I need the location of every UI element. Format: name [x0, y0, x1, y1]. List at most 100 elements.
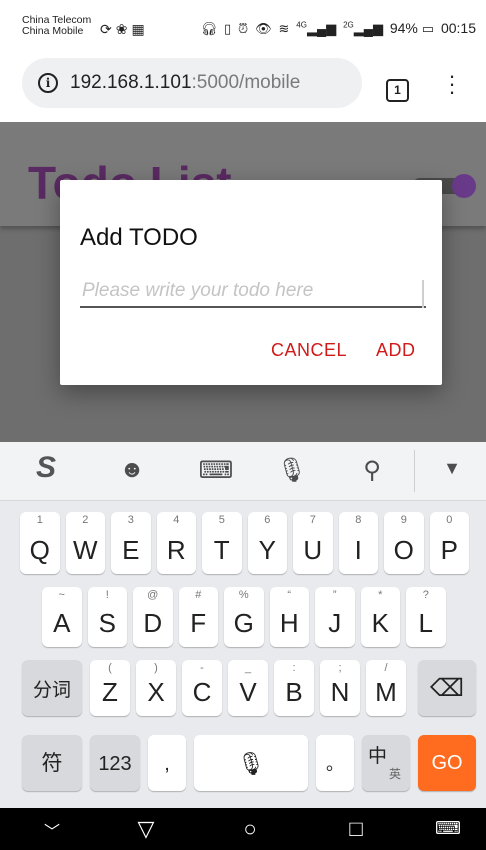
key-c[interactable]: -C [182, 660, 222, 716]
url-path: :5000/mobile [191, 72, 301, 93]
key-y[interactable]: 6Y [247, 512, 287, 574]
paw-icon: ❀ [115, 21, 132, 37]
key-sub-label: ! [105, 589, 109, 601]
notification-icons: ⟳❀▦ [100, 21, 149, 38]
address-bar[interactable]: i 192.168.1.101:5000/mobile [22, 58, 362, 108]
vibrate-icon: ▯ [224, 21, 232, 36]
key-main-label: X [147, 677, 165, 707]
key-e[interactable]: 3E [111, 512, 151, 574]
key-sub-label: _ [244, 662, 252, 674]
space-key[interactable]: 🎙︎ [194, 735, 308, 791]
recents-square-icon[interactable]: □ [336, 816, 376, 842]
url-text[interactable]: 192.168.1.101:5000/mobile [70, 72, 300, 94]
key-u[interactable]: 7U [293, 512, 333, 574]
search-icon[interactable]: ⚲ [352, 456, 392, 485]
key-l[interactable]: ? L [406, 587, 446, 647]
key-sub-label: ? [422, 589, 429, 601]
input-edge [422, 280, 424, 308]
key-main-label: J [328, 608, 342, 638]
todo-input[interactable] [80, 276, 426, 308]
language-switch-key[interactable]: 中 英 [362, 735, 410, 791]
backspace-key[interactable]: ⌫ [418, 660, 476, 716]
go-key[interactable]: GO [418, 735, 476, 791]
symbol-key[interactable]: 符 [22, 735, 82, 791]
key-sub-label: ( [108, 662, 112, 674]
key-f[interactable]: # F [178, 587, 218, 647]
key-main-label: L [418, 608, 433, 638]
cancel-button[interactable]: CANCEL [271, 340, 347, 361]
numbers-key[interactable]: 123 [90, 735, 140, 791]
key-x[interactable]: ) X [136, 660, 176, 716]
key-main-label: V [239, 677, 257, 707]
key-main-label: O [393, 535, 414, 565]
microphone-icon[interactable]: 🎙︎ [272, 456, 312, 485]
collapse-icon[interactable]: ▼ [432, 458, 472, 479]
tab-switcher-button[interactable]: 1 [386, 79, 409, 102]
add-button[interactable]: ADD [376, 340, 416, 361]
space-voice-icon: 🎙︎ [237, 751, 265, 776]
go-label: GO [431, 752, 463, 774]
sogou-logo-icon[interactable]: S [26, 451, 66, 485]
key-main-label: K [371, 608, 389, 638]
key-t[interactable]: 5T [202, 512, 242, 574]
carrier-2: China Mobile [22, 25, 84, 37]
calendar-icon: ▦ [131, 21, 149, 37]
key-g[interactable]: % G [224, 587, 264, 647]
key-main-label: C [192, 677, 212, 707]
info-icon[interactable]: i [38, 73, 58, 93]
chevron-down-icon[interactable]: ﹀ [32, 818, 72, 842]
key-sub-label: 1 [36, 514, 43, 526]
key-sub-label: 4 [173, 514, 180, 526]
eye-icon: 👁︎ [255, 21, 272, 36]
theme-toggle-knob[interactable] [452, 174, 476, 198]
dialog-title: Add TODO [80, 224, 198, 251]
key-sub-label: * [378, 589, 383, 601]
key-d[interactable]: @ D [133, 587, 173, 647]
symbol-label: 符 [41, 752, 63, 775]
key-main-label: W [72, 535, 98, 565]
key-w[interactable]: 2W [65, 512, 105, 574]
key-main-label: U [303, 535, 323, 565]
key-main-label: G [233, 608, 254, 638]
battery-percent: 94% [389, 20, 418, 36]
key-j[interactable]: ” J [315, 587, 355, 647]
key-a[interactable]: ~ A [42, 587, 82, 647]
period-label: 。 [326, 754, 344, 774]
home-circle-icon[interactable]: ○ [230, 816, 270, 842]
key-h[interactable]: “H [269, 587, 309, 647]
key-main-label: E [122, 535, 140, 565]
more-menu-icon[interactable]: · · · [446, 65, 458, 103]
key-v[interactable]: _ V [228, 660, 268, 716]
back-triangle-icon[interactable]: ▽ [126, 816, 166, 842]
key-sub-label: # [195, 589, 202, 601]
key-b[interactable]: :B [274, 660, 314, 716]
key-main-label: Z [102, 677, 118, 707]
key-main-label: Y [258, 535, 276, 565]
key-r[interactable]: 4R [156, 512, 196, 574]
emoji-icon[interactable]: ☻ [112, 456, 152, 484]
key-main-label: P [440, 535, 458, 565]
key-i[interactable]: 8I [338, 512, 378, 574]
key-p[interactable]: 0P [429, 512, 469, 574]
url-host: 192.168.1.101 [70, 72, 192, 93]
comma-key[interactable]: , [148, 735, 186, 791]
key-z[interactable]: (Z [90, 660, 130, 716]
fenci-key[interactable]: 分词 [22, 660, 82, 716]
key-sub-label: 7 [309, 514, 316, 526]
status-bar: China Telecom China Mobile ⟳❀▦ 🎧︎ ▯ ⏰︎ 👁… [0, 0, 486, 46]
period-key[interactable]: 。 [316, 735, 354, 791]
key-m[interactable]: / M [366, 660, 406, 716]
keyboard-switch-icon[interactable]: ⌨ [428, 818, 468, 839]
keyboard-icon[interactable]: ⌨ [196, 456, 236, 485]
key-main-label: T [213, 535, 230, 565]
battery-icon: ▭ [421, 21, 435, 36]
add-todo-dialog: Add TODO CANCEL ADD [60, 180, 442, 385]
key-s[interactable]: ! S [87, 587, 127, 647]
key-q[interactable]: 1Q [20, 512, 60, 574]
key-main-label: B [285, 677, 303, 707]
key-o[interactable]: 9O [384, 512, 424, 574]
key-n[interactable]: ; N [320, 660, 360, 716]
key-sub-label: 0 [446, 514, 453, 526]
key-k[interactable]: * K [360, 587, 400, 647]
key-sub-label: ~ [58, 589, 65, 601]
